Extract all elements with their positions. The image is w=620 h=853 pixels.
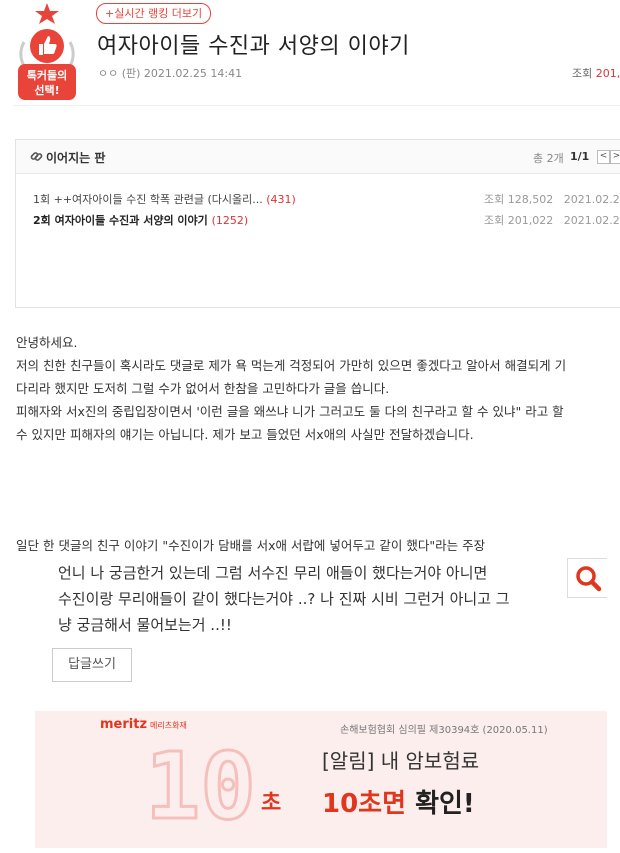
ad-brand-sub: 메리츠화재 [150,721,187,730]
series-item[interactable]: 1회 ++여자아이들 수진 학폭 관련글 (다시올리... (431) [33,191,296,207]
post-views: 조회 201,0 [572,65,620,81]
ad-legal-text: 손해보험협회 심의필 제30394호 (2020.05.11) [340,725,548,736]
series-item-label: 1회 ++여자아이들 수진 학폭 관련글 (다시올리... [33,193,263,206]
svg-text:톡커들의: 톡커들의 [27,68,67,82]
views-label: 조회 [572,67,593,80]
series-header: 이어지는 판 총 2개 1/1 < > [16,140,620,174]
series-item-date: 2021.02.25 [563,214,620,227]
ad-headline-2-text: 확인! [406,789,475,819]
ad-headline-1: [알림] 내 암보험료 [322,749,480,773]
body-text-line: 수 있지만 피해자의 얘기는 아닙니다. 제가 보고 들었던 서x애의 사실만 … [16,427,474,442]
series-count: 총 2개 [533,152,564,165]
screenshot-text-line: 언니 나 궁금한거 있는데 그럼 서수진 무리 애들이 했다는거야 아니면 [58,564,488,582]
series-prev-button[interactable]: < [597,150,610,164]
series-item-current[interactable]: 2회 여자아이들 수진과 서양의 이야기 (1252) [33,212,248,228]
thumbs-up-badge-icon: 톡커들의 선택! [18,3,76,100]
reply-button[interactable]: 답글쓰기 [52,648,132,682]
views-value: 201,0 [595,67,620,80]
ad-brand-logo: meritz 메리츠화재 [100,717,187,732]
series-item-stat: 조회 201,022 2021.02.25 [484,212,620,228]
ad-big-number: 10 [145,736,257,831]
realtime-ranking-button[interactable]: +실시간 랭킹 더보기 [96,3,212,24]
embedded-screenshot: 언니 나 궁금한거 있는데 그럼 서수진 무리 애들이 했다는거야 아니면 수진… [35,556,607,848]
screenshot-text-line: 냥 궁금해서 물어보는거 ..!! [58,616,232,634]
post-meta: ㅇㅇ (판) 2021.02.25 14:41 [98,67,243,80]
link-icon [30,152,43,161]
series-item-comments: (1252) [211,214,249,227]
search-button[interactable] [567,558,607,598]
svg-text:10: 10 [145,736,256,831]
series-box: 이어지는 판 총 2개 1/1 < > 1회 ++여자아이들 수진 학폭 관련글… [15,139,620,308]
series-item-views: 조회 201,022 [484,214,554,227]
series-item-views: 조회 128,502 [484,193,554,206]
body-claim-line: 일단 한 댓글의 친구 이야기 "수진이가 담배를 서x애 서랍에 넣어두고 같… [16,538,486,553]
ad-headline-2-red: 10초면 [322,789,407,819]
header-divider [14,105,620,106]
series-item-label: 2회 여자아이들 수진과 서양의 이야기 [33,214,208,227]
series-page: 1/1 [570,150,590,163]
ad-headline-2: 10초면 확인! [322,783,475,820]
body-text-line: 안녕하세요. [16,335,78,350]
body-text-line: 다리라 했지만 도저히 그럴 수가 없어서 한참을 고민하다가 글을 씁니다. [16,381,390,396]
series-next-button[interactable]: > [610,150,620,164]
ad-banner[interactable]: meritz 메리츠화재 손해보험협회 심의필 제30394호 (2020.05.… [35,711,607,848]
ad-brand: meritz [100,717,148,732]
series-item-date: 2021.02.22 [563,193,620,206]
tokers-choice-badge: 톡커들의 선택! [14,2,80,100]
body-text-line: 저의 친한 친구들이 혹시라도 댓글로 제가 욕 먹는게 걱정되어 가만히 있으… [16,358,567,373]
series-item-stat: 조회 128,502 2021.02.22 [484,191,620,207]
series-title: 이어지는 판 [46,151,106,165]
search-icon [576,566,602,592]
post-title: 여자아이들 수진과 서양의 이야기 [97,34,410,59]
series-item-comments: (431) [266,193,296,206]
ad-big-unit: 초 [261,791,282,816]
body-text-line: 피해자와 서x진의 중립입장이면서 '이런 글을 왜쓰냐 니가 그러고도 둘 다… [16,404,564,419]
svg-text:선택!: 선택! [34,83,59,97]
screenshot-text-line: 수진이랑 무리애들이 같이 했다는거야 ..? 나 진짜 시비 그런거 아니고 … [58,590,510,608]
